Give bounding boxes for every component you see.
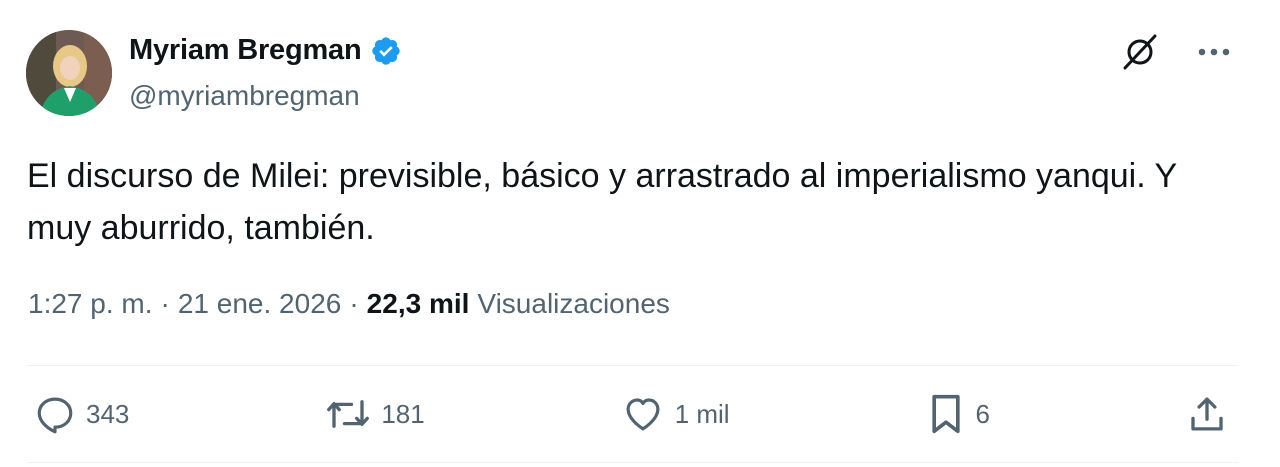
bookmark-button[interactable]: 6 bbox=[926, 392, 990, 436]
grok-icon[interactable] bbox=[1120, 32, 1160, 72]
heart-icon bbox=[626, 398, 660, 431]
repost-icon bbox=[327, 400, 370, 428]
name-row: Myriam Bregman bbox=[129, 34, 402, 67]
tweet-text: El discurso de Milei: previsible, básico… bbox=[27, 157, 1178, 247]
top-actions bbox=[1120, 32, 1234, 72]
share-icon bbox=[1191, 397, 1223, 431]
meta-separator: · bbox=[349, 288, 359, 319]
action-bar: 343 181 1 mil 6 bbox=[34, 392, 1228, 436]
bottom-divider bbox=[27, 462, 1238, 463]
reply-count: 343 bbox=[86, 398, 130, 429]
handle[interactable]: @myriambregman bbox=[129, 80, 360, 112]
tweet-date[interactable]: 21 ene. 2026 bbox=[178, 288, 342, 320]
share-button[interactable] bbox=[1186, 392, 1228, 436]
repost-button[interactable]: 181 bbox=[325, 393, 425, 435]
reply-button[interactable]: 343 bbox=[34, 393, 129, 435]
display-name[interactable]: Myriam Bregman bbox=[129, 34, 362, 67]
bookmark-count: 6 bbox=[975, 398, 991, 429]
more-icon[interactable] bbox=[1194, 32, 1234, 72]
bookmark-icon bbox=[931, 394, 960, 434]
like-count: 1 mil bbox=[674, 398, 730, 429]
views-label[interactable]: Visualizaciones bbox=[477, 288, 670, 320]
divider bbox=[27, 365, 1238, 366]
avatar[interactable] bbox=[26, 30, 112, 116]
meta-separator: · bbox=[160, 288, 170, 319]
tweet-meta: 1:27 p. m. · 21 ene. 2026 · 22,3 mil Vis… bbox=[28, 288, 670, 320]
avatar-image bbox=[26, 30, 112, 116]
views-count[interactable]: 22,3 mil bbox=[367, 288, 470, 320]
repost-count: 181 bbox=[381, 398, 425, 429]
like-button[interactable]: 1 mil bbox=[621, 393, 730, 435]
reply-icon bbox=[37, 397, 73, 434]
verified-badge-icon[interactable] bbox=[370, 35, 402, 67]
tweet-time[interactable]: 1:27 p. m. bbox=[28, 288, 153, 320]
